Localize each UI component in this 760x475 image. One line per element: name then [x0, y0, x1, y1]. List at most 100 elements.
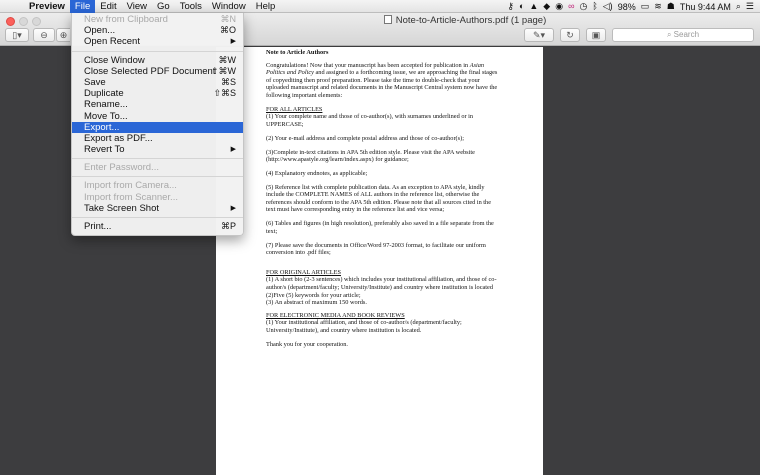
- all-articles-heading: FOR ALL ARTICLES: [266, 105, 323, 113]
- menu-preview[interactable]: Preview: [24, 0, 70, 13]
- intro-paragraph: Congratulations! Now that your manuscrip…: [266, 62, 498, 100]
- menu-separator: [72, 217, 243, 218]
- file-menu-dropdown: New from Clipboard ⌘N Open... ⌘O Open Rece…: [71, 13, 244, 237]
- menu-item-label: Open Recent: [84, 36, 140, 48]
- hat-icon[interactable]: ▲: [529, 0, 538, 13]
- menu-item-label: Duplicate: [84, 88, 124, 100]
- menu-item-label: Export...: [84, 121, 120, 133]
- menu-item-rename[interactable]: Rename...: [72, 99, 243, 110]
- requirement-3: (3)Complete in-text citations in APA 5th…: [266, 148, 475, 164]
- original-requirement-2: (2)Five (5) keywords for your article;: [266, 291, 361, 299]
- menu-item-export-as-pdf[interactable]: Export as PDF...: [72, 133, 243, 144]
- menu-edit[interactable]: Edit: [95, 0, 121, 13]
- sync-icon[interactable]: ◉: [555, 0, 563, 13]
- menu-item-label: New from Clipboard: [84, 14, 168, 25]
- volume-icon[interactable]: ◁): [603, 0, 613, 13]
- markup-pen-button[interactable]: ✎▾: [524, 28, 554, 42]
- menu-item-print[interactable]: Print... ⌘P: [72, 221, 243, 232]
- battery-icon[interactable]: ▭: [641, 0, 650, 13]
- all-articles-section: FOR ALL ARTICLES (1) Your complete name a…: [266, 106, 498, 129]
- dropbox-icon[interactable]: ◆: [543, 0, 550, 13]
- menu-item-label: Move To...: [84, 110, 128, 122]
- search-field[interactable]: ⌕ Search: [612, 28, 754, 42]
- menu-item-label: Print...: [84, 221, 112, 232]
- menu-file[interactable]: File: [69, 0, 96, 13]
- menu-item-shortcut: ⌘P: [220, 221, 236, 231]
- menu-item-open[interactable]: Open... ⌘O: [72, 25, 243, 36]
- document-icon: [383, 15, 392, 24]
- media-requirement-1: (1) Your institutional affiliation, and …: [266, 319, 462, 334]
- bluetooth-icon[interactable]: ᛒ: [592, 0, 597, 13]
- menu-item-move-to[interactable]: Move To...: [72, 111, 243, 122]
- menu-item-label: Rename...: [84, 99, 128, 111]
- toolbox-button[interactable]: ▣: [586, 28, 606, 42]
- menu-view[interactable]: View: [122, 0, 152, 13]
- user-icon[interactable]: ☗: [667, 0, 675, 13]
- menu-item-label: Import from Camera...: [84, 180, 177, 192]
- requirement-4: (4) Explanatory endnotes, as applicable;: [266, 169, 368, 177]
- infinity-icon[interactable]: ∞: [568, 0, 574, 13]
- original-articles-section: FOR ORIGINAL ARTICLES (1) A short bio (2-…: [266, 269, 498, 307]
- menu-item-shortcut: ⇧⌘W: [210, 65, 236, 76]
- menu-tools[interactable]: Tools: [175, 0, 207, 13]
- menu-item-save[interactable]: Save ⌘S: [72, 77, 243, 88]
- requirement-6: (6) Tables and figures (in high resoluti…: [266, 220, 494, 235]
- document-title: Note to Article Authors: [266, 49, 329, 56]
- menu-help[interactable]: Help: [251, 0, 281, 13]
- wifi-icon[interactable]: ≋: [654, 0, 662, 13]
- menu-item-label: Open...: [84, 25, 116, 37]
- submenu-arrow-icon: ▶: [230, 204, 236, 212]
- menu-go[interactable]: Go: [152, 0, 175, 13]
- menu-separator: [72, 50, 243, 52]
- menu-window[interactable]: Window: [207, 0, 251, 13]
- original-requirement-1: (1) A short bio (2-3 sentences) which in…: [266, 276, 497, 291]
- submenu-arrow-icon: ▶: [230, 38, 236, 46]
- key-icon[interactable]: ⚷: [507, 0, 514, 13]
- requirement-5: (5) Reference list with complete publica…: [266, 183, 492, 214]
- original-requirement-3: (3) An abstract of maximum 150 words.: [266, 299, 367, 307]
- zoom-out-button[interactable]: ⊖: [33, 28, 55, 42]
- menu-item-export[interactable]: Export...: [72, 121, 243, 133]
- menu-item-take-screen-shot[interactable]: Take Screen Shot ▶: [72, 203, 243, 214]
- menu-item-label: Close Window: [84, 54, 145, 66]
- menu-item-label: Export as PDF...: [84, 132, 153, 144]
- menu-item-label: Revert To: [84, 144, 125, 156]
- battery-percent[interactable]: 98%: [618, 2, 636, 12]
- requirement-2: (2) Your e-mail address and complete pos…: [266, 134, 464, 142]
- menu-separator: [72, 176, 243, 178]
- rotate-button[interactable]: ↻: [560, 28, 580, 42]
- menu-item-close-window[interactable]: Close Window ⌘W: [72, 55, 243, 66]
- menu-separator: [72, 158, 243, 160]
- media-reviews-section: FOR ELECTRONIC MEDIA AND BOOK REVIEWS (1)…: [266, 312, 498, 335]
- media-reviews-heading: FOR ELECTRONIC MEDIA AND BOOK REVIEWS: [266, 311, 405, 319]
- intro-text-a: Congratulations! Now that your manuscrip…: [266, 61, 470, 69]
- menu-item-close-selected-pdf[interactable]: Close Selected PDF Document ⇧⌘W: [72, 66, 243, 77]
- glasses-icon[interactable]: ◐: [519, 0, 524, 13]
- menu-item-shortcut: ⌘O: [219, 25, 236, 36]
- menu-item-revert-to[interactable]: Revert To ▶: [72, 144, 243, 155]
- original-articles-heading: FOR ORIGINAL ARTICLES: [266, 268, 341, 276]
- menu-item-enter-password: Enter Password...: [72, 162, 243, 173]
- notification-center-icon[interactable]: ☰: [746, 0, 754, 13]
- menu-item-label: Import from Scanner...: [84, 191, 178, 203]
- menu-item-label: Take Screen Shot: [84, 202, 159, 214]
- menu-item-open-recent[interactable]: Open Recent ▶: [72, 36, 243, 47]
- menu-item-import-from-camera: Import from Camera...: [72, 180, 243, 191]
- time-machine-icon[interactable]: ◷: [580, 0, 588, 13]
- menu-item-shortcut: ⌘W: [218, 54, 237, 65]
- menu-item-new-from-clipboard: New from Clipboard ⌘N: [72, 14, 243, 25]
- menubar-clock[interactable]: Thu 9:44 AM: [680, 2, 731, 12]
- menu-item-shortcut: ⌘N: [220, 14, 237, 24]
- thanks-line: Thank you for your cooperation.: [266, 340, 349, 348]
- sidebar-toggle-button[interactable]: ▯▾: [5, 28, 29, 42]
- menu-bar: Preview File Edit View Go Tools Window H…: [0, 0, 760, 13]
- menu-item-duplicate[interactable]: Duplicate ⇧⌘S: [72, 88, 243, 99]
- spotlight-icon[interactable]: ⌕: [736, 0, 741, 13]
- requirement-7: (7) Please save the documents in Office/…: [266, 241, 486, 257]
- zoom-in-button[interactable]: ⊕: [56, 28, 70, 42]
- requirement-1: (1) Your complete name and those of co-a…: [266, 113, 474, 128]
- menu-item-label: Save: [84, 76, 106, 88]
- window-title: Note-to-Article-Authors.pdf (1 page): [395, 15, 547, 26]
- pdf-page: Note to Article Authors Congratulations!…: [216, 47, 543, 475]
- menu-item-import-from-scanner: Import from Scanner...: [72, 192, 243, 203]
